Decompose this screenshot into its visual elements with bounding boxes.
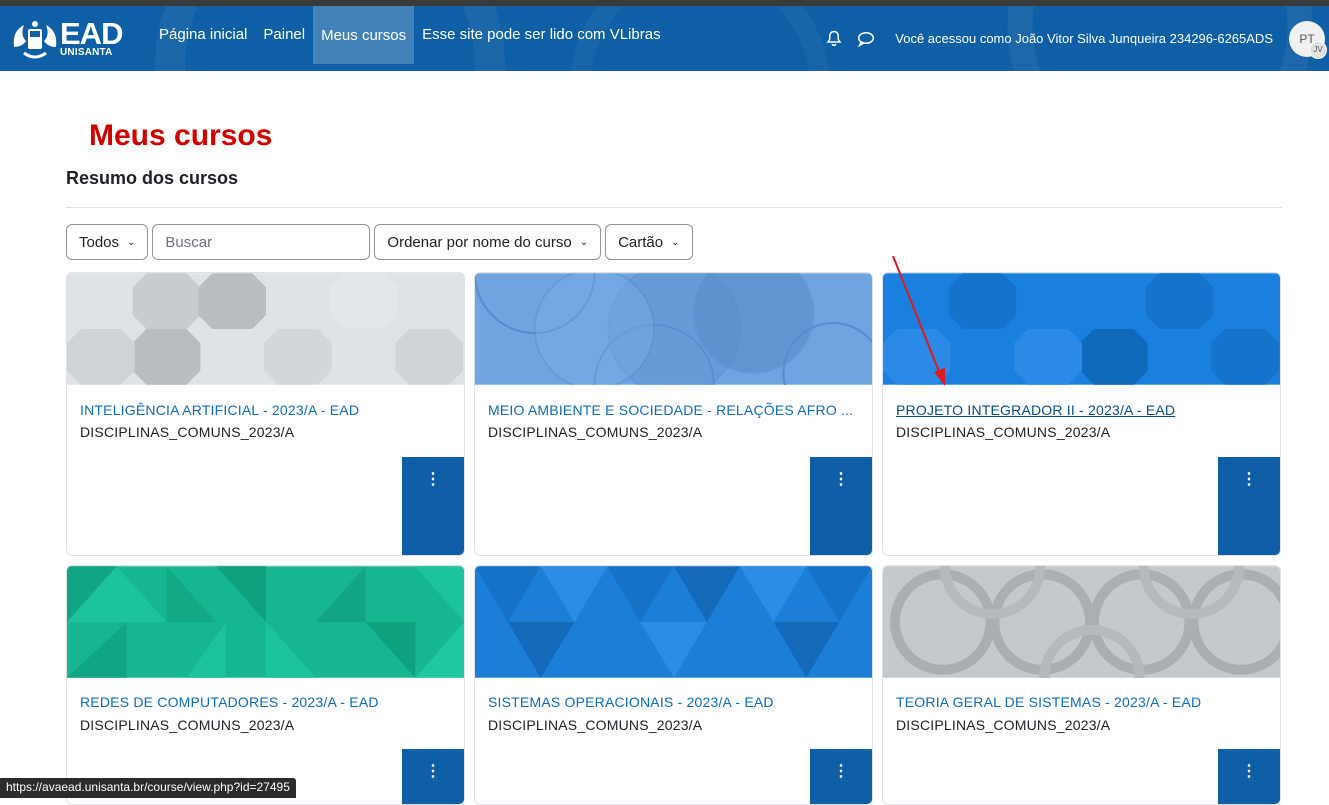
course-image xyxy=(883,566,1280,678)
kebab-menu-icon: ⋮ xyxy=(425,471,441,488)
filter-bar: Todos ⌄ Buscar Ordenar por nome do curso… xyxy=(66,224,697,260)
course-image xyxy=(475,566,872,678)
user-avatar[interactable]: PT JV xyxy=(1289,20,1327,59)
course-image xyxy=(883,273,1280,385)
logged-in-user-text: Você acessou como João Vitor Silva Junqu… xyxy=(895,31,1273,46)
crest-icon xyxy=(13,21,57,59)
course-title-link[interactable]: TEORIA GERAL DE SISTEMAS - 2023/A - EAD xyxy=(896,694,1201,710)
sort-dropdown[interactable]: Ordenar por nome do curso ⌄ xyxy=(374,224,602,260)
course-category: DISCIPLINAS_COMUNS_2023/A xyxy=(896,424,1111,440)
kebab-menu-icon: ⋮ xyxy=(1241,763,1257,780)
course-menu-button[interactable]: ⋮ xyxy=(402,457,464,555)
page-title: Meus cursos xyxy=(89,119,273,152)
course-card[interactable]: REDES DE COMPUTADORES - 2023/A - EAD DIS… xyxy=(66,565,465,805)
course-category: DISCIPLINAS_COMUNS_2023/A xyxy=(488,424,703,440)
grouping-label: Todos xyxy=(79,233,120,251)
course-image xyxy=(67,273,464,385)
kebab-menu-icon: ⋮ xyxy=(833,763,849,780)
nav-vlibras[interactable]: Esse site pode ser lido com VLibras xyxy=(414,6,668,63)
course-title-link[interactable]: REDES DE COMPUTADORES - 2023/A - EAD xyxy=(80,694,379,710)
course-category: DISCIPLINAS_COMUNS_2023/A xyxy=(80,424,295,440)
view-dropdown[interactable]: Cartão ⌄ xyxy=(605,224,693,260)
nav-home[interactable]: Página inicial xyxy=(151,6,255,63)
course-title-link[interactable]: INTELIGÊNCIA ARTIFICIAL - 2023/A - EAD xyxy=(80,402,359,418)
course-image xyxy=(475,273,872,385)
course-menu-button[interactable]: ⋮ xyxy=(810,457,872,555)
browser-status-url: https://avaead.unisanta.br/course/view.p… xyxy=(0,778,296,798)
chevron-down-icon: ⌄ xyxy=(127,236,136,248)
sort-label: Ordenar por nome do curso xyxy=(387,233,572,251)
nav-my-courses[interactable]: Meus cursos xyxy=(313,6,415,64)
course-category: DISCIPLINAS_COMUNS_2023/A xyxy=(80,717,295,733)
section-title: Resumo dos cursos xyxy=(66,168,239,188)
course-category: DISCIPLINAS_COMUNS_2023/A xyxy=(896,717,1111,733)
search-input[interactable]: Buscar xyxy=(152,224,371,260)
messages-chat-icon[interactable] xyxy=(851,24,881,54)
user-initials-badge: JV xyxy=(1309,40,1327,59)
logo-text: EAD xyxy=(60,16,123,51)
course-menu-button[interactable]: ⋮ xyxy=(402,749,464,804)
kebab-menu-icon: ⋮ xyxy=(1241,471,1257,488)
course-title-link[interactable]: MEIO AMBIENTE E SOCIEDADE - RELAÇÕES AFR… xyxy=(488,402,853,418)
divider xyxy=(66,207,1282,208)
kebab-menu-icon: ⋮ xyxy=(425,763,441,780)
navbar: EAD UNISANTA Página inicial Painel Meus … xyxy=(0,6,1329,71)
course-menu-button[interactable]: ⋮ xyxy=(1218,457,1280,555)
course-card[interactable]: SISTEMAS OPERACIONAIS - 2023/A - EAD DIS… xyxy=(474,565,873,805)
notifications-bell-icon[interactable] xyxy=(819,24,849,54)
chevron-down-icon: ⌄ xyxy=(671,236,680,248)
course-category: DISCIPLINAS_COMUNS_2023/A xyxy=(488,717,703,733)
course-title-link[interactable]: SISTEMAS OPERACIONAIS - 2023/A - EAD xyxy=(488,694,774,710)
course-card[interactable]: TEORIA GERAL DE SISTEMAS - 2023/A - EAD … xyxy=(882,565,1281,805)
course-menu-button[interactable]: ⋮ xyxy=(810,749,872,804)
chevron-down-icon: ⌄ xyxy=(579,236,589,248)
kebab-menu-icon: ⋮ xyxy=(833,471,849,488)
course-card[interactable]: INTELIGÊNCIA ARTIFICIAL - 2023/A - EAD D… xyxy=(66,272,465,556)
course-menu-button[interactable]: ⋮ xyxy=(1218,749,1280,804)
grouping-dropdown[interactable]: Todos ⌄ xyxy=(66,224,149,260)
site-logo[interactable]: EAD UNISANTA xyxy=(10,14,123,64)
view-label: Cartão xyxy=(618,233,664,251)
course-card[interactable]: PROJETO INTEGRADOR II - 2023/A - EAD DIS… xyxy=(882,272,1281,556)
course-image xyxy=(67,566,464,678)
nav-dashboard[interactable]: Painel xyxy=(255,6,313,63)
course-card[interactable]: MEIO AMBIENTE E SOCIEDADE - RELAÇÕES AFR… xyxy=(474,272,873,556)
course-title-link[interactable]: PROJETO INTEGRADOR II - 2023/A - EAD xyxy=(896,402,1175,418)
